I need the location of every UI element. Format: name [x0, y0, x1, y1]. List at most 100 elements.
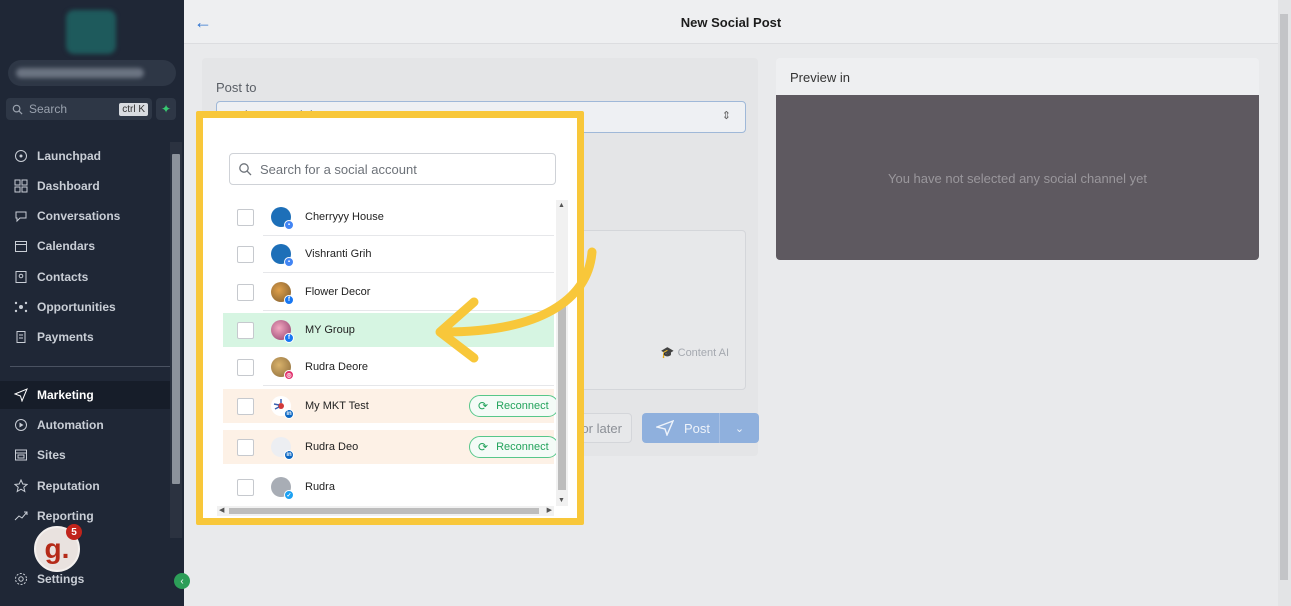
sidebar-item-label: Settings — [37, 572, 85, 586]
account-search-placeholder: Search for a social account — [260, 161, 417, 177]
list-item[interactable]: in My MKT Test ⟳ Reconnect — [223, 389, 559, 423]
linkedin-icon: in — [284, 450, 294, 460]
sidebar-item-contacts[interactable]: Contacts — [0, 263, 170, 291]
twitter-icon: ✓ — [284, 490, 294, 500]
account-name: Rudra — [305, 481, 335, 493]
facebook-icon: f — [284, 333, 294, 343]
send-icon — [656, 420, 674, 436]
sidebar-item-label: Sites — [37, 448, 66, 462]
sidebar-item-label: Conversations — [37, 209, 121, 223]
reconnect-label: Reconnect — [496, 400, 549, 412]
sidebar-search[interactable]: Search ctrl K — [6, 98, 152, 120]
header: ← New Social Post — [184, 0, 1278, 44]
sidebar-item-conversations[interactable]: Conversations — [0, 202, 170, 230]
checkbox[interactable] — [237, 208, 254, 226]
social-account-dropdown: Search for a social account ▪ Cherryyy H… — [203, 118, 577, 518]
avatar: in — [271, 437, 294, 460]
account-search-input[interactable]: Search for a social account — [229, 153, 556, 185]
collapse-sidebar-button[interactable]: ‹ — [174, 573, 190, 589]
sidebar-item-dashboard[interactable]: Dashboard — [0, 172, 170, 200]
sidebar-item-label: Automation — [37, 418, 104, 432]
checkbox[interactable] — [237, 358, 254, 376]
list-item[interactable]: ▪ Vishranti Grih — [223, 237, 554, 273]
sidebar-item-payments[interactable]: Payments — [0, 323, 170, 351]
instagram-icon: ◎ — [284, 370, 294, 380]
avatar: in — [271, 396, 294, 419]
sidebar-item-opportunities[interactable]: Opportunities — [0, 293, 170, 321]
trend-icon — [13, 508, 29, 524]
send-icon — [13, 387, 29, 403]
list-item[interactable]: ✓ Rudra — [223, 470, 554, 504]
opportunities-icon — [13, 299, 29, 315]
dropdown-horizontal-scrollbar[interactable]: ◀ ▶ — [217, 506, 554, 516]
reconnect-button[interactable]: ⟳ Reconnect — [469, 436, 559, 458]
automation-icon — [13, 417, 29, 433]
checkbox[interactable] — [237, 397, 254, 415]
sidebar: Search ctrl K ✦ Launchpad Dashboard Conv… — [0, 0, 184, 606]
chevron-updown-icon: ⇕ — [721, 110, 731, 122]
google-business-icon: ▪ — [284, 257, 294, 267]
page-scrollbar[interactable] — [1278, 0, 1291, 606]
avatar: ▪ — [271, 244, 294, 267]
list-item[interactable]: f MY Group — [223, 313, 554, 347]
receipt-icon — [13, 329, 29, 345]
post-to-label: Post to — [216, 80, 257, 95]
account-name: Vishranti Grih — [305, 248, 372, 260]
sidebar-item-label: Payments — [37, 330, 94, 344]
sidebar-scrollbar[interactable] — [170, 142, 182, 538]
sidebar-divider — [10, 366, 170, 367]
sidebar-item-reputation[interactable]: Reputation — [0, 472, 170, 500]
content-ai-button[interactable]: 🎓 Content AI — [661, 346, 729, 359]
checkbox[interactable] — [237, 478, 254, 496]
checkbox[interactable] — [237, 245, 254, 263]
grid-icon — [13, 178, 29, 194]
page-title: New Social Post — [680, 15, 782, 30]
avatar-letter: g. — [44, 533, 70, 564]
avatar: f — [271, 282, 294, 305]
sidebar-item-label: Reputation — [37, 479, 100, 493]
dropdown-scrollbar[interactable]: ▲ ▼ — [556, 200, 568, 506]
account-name: Flower Decor — [305, 286, 371, 298]
account-switcher[interactable] — [8, 60, 176, 86]
notification-badge: 5 — [66, 524, 82, 540]
chevron-down-icon[interactable]: ⌄ — [719, 413, 759, 443]
post-button[interactable]: Post ⌄ — [642, 413, 759, 443]
sidebar-item-calendars[interactable]: Calendars — [0, 232, 170, 260]
avatar: ▪ — [271, 207, 294, 230]
reconnect-label: Reconnect — [496, 441, 549, 453]
sidebar-item-sites[interactable]: Sites — [0, 441, 170, 469]
checkbox[interactable] — [237, 438, 254, 456]
sidebar-item-reporting[interactable]: Reporting — [0, 502, 170, 530]
preview-panel: Preview in You have not selected any soc… — [776, 58, 1259, 260]
post-editor[interactable]: 🎓 Content AI — [576, 230, 746, 390]
refresh-icon: ⟳ — [478, 399, 489, 413]
checkbox[interactable] — [237, 321, 254, 339]
avatar[interactable]: g. 5 — [34, 524, 82, 572]
search-shortcut: ctrl K — [119, 102, 148, 116]
account-name: Rudra Deo — [305, 441, 359, 453]
list-item[interactable]: ▪ Cherryyy House — [223, 200, 554, 236]
search-icon — [239, 163, 252, 176]
sidebar-item-marketing[interactable]: Marketing — [0, 381, 170, 409]
company-logo — [66, 10, 116, 54]
sidebar-item-launchpad[interactable]: Launchpad — [0, 142, 170, 170]
sparkle-icon[interactable]: ✦ — [156, 98, 176, 120]
account-name: My MKT Test — [305, 400, 369, 412]
sidebar-item-label: Calendars — [37, 239, 96, 253]
sidebar-item-settings[interactable]: Settings — [0, 565, 170, 593]
gear-icon — [13, 571, 29, 587]
list-item[interactable]: ◎ Rudra Deore — [223, 350, 554, 386]
avatar: ✓ — [271, 477, 294, 500]
rocket-icon — [13, 148, 29, 164]
checkbox[interactable] — [237, 283, 254, 301]
reconnect-button[interactable]: ⟳ Reconnect — [469, 395, 559, 417]
avatar: f — [271, 320, 294, 343]
list-item[interactable]: f Flower Decor — [223, 275, 554, 311]
account-name: Rudra Deore — [305, 361, 368, 373]
refresh-icon: ⟳ — [478, 440, 489, 454]
content-ai-label: Content AI — [677, 347, 729, 359]
facebook-icon: f — [284, 295, 294, 305]
list-item[interactable]: in Rudra Deo ⟳ Reconnect — [223, 430, 559, 464]
sidebar-item-automation[interactable]: Automation — [0, 411, 170, 439]
sidebar-item-label: Dashboard — [37, 179, 100, 193]
